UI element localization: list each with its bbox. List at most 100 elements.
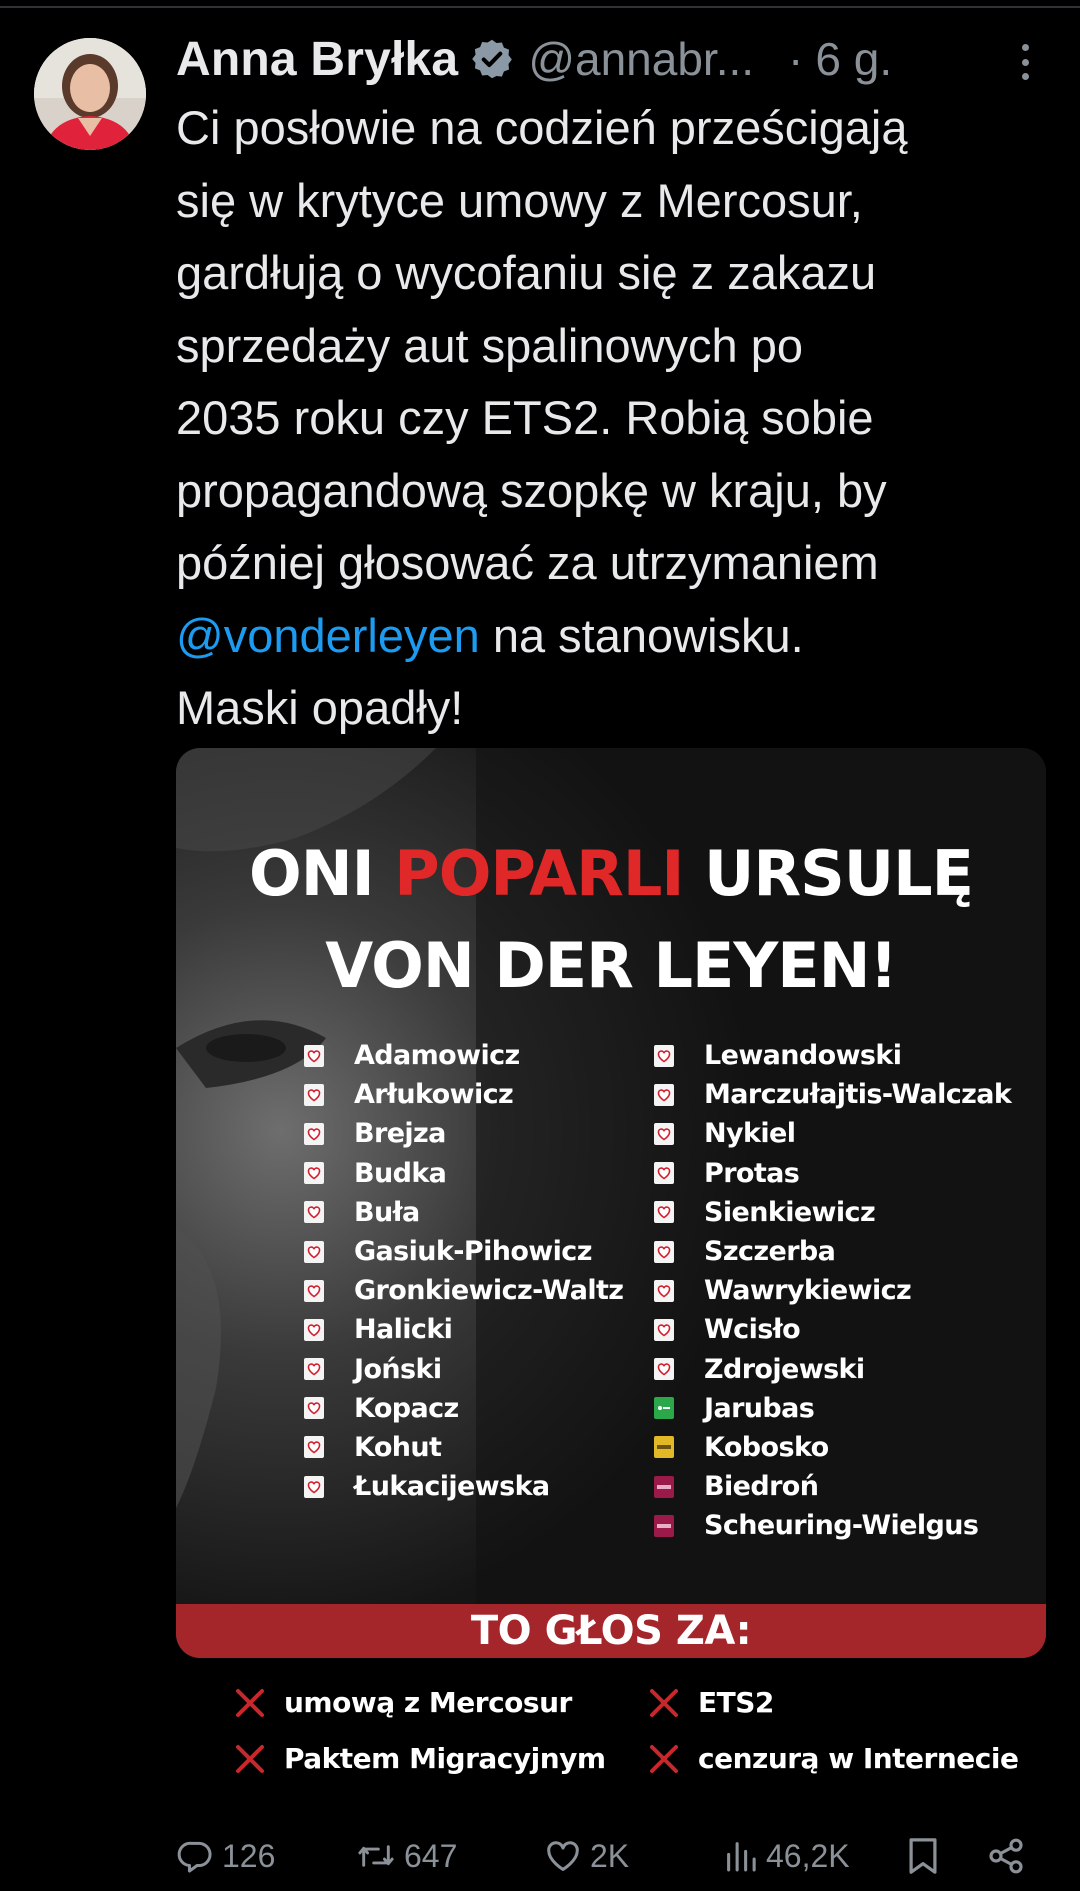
repost-button[interactable]: 647 — [356, 1826, 457, 1886]
poster-name: Brejza — [354, 1118, 446, 1150]
poster-name: Joński — [354, 1353, 442, 1385]
poster-name-row: Łukacijewska — [304, 1467, 623, 1506]
party-heart-icon — [304, 1083, 324, 1106]
poster-name-row: Budka — [304, 1154, 623, 1193]
poster-name-row: Lewandowski — [654, 1036, 1011, 1075]
poster-name: Marczułajtis-Walczak — [704, 1079, 1012, 1111]
mention-link[interactable]: @vonderleyen — [176, 609, 480, 662]
tweet-text-line: @vonderleyen na stanowisku. — [176, 600, 1056, 673]
avatar-image — [34, 38, 146, 150]
poster-name-row: Wcisło — [654, 1310, 1011, 1349]
verified-badge-icon[interactable] — [470, 37, 514, 81]
views-icon — [727, 1842, 756, 1872]
poster-name: Lewandowski — [704, 1040, 902, 1072]
party-heart-icon — [654, 1240, 674, 1263]
party-heart-icon — [654, 1083, 674, 1106]
party-heart-icon — [654, 1201, 674, 1224]
poster-name: Adamowicz — [354, 1040, 520, 1072]
timestamp[interactable]: 6 g. — [815, 32, 892, 86]
red-x-icon — [650, 1744, 678, 1773]
red-x-icon — [236, 1744, 264, 1773]
like-button[interactable]: 2K — [544, 1826, 629, 1886]
party-lewica-icon — [654, 1514, 674, 1537]
party-lewica-icon — [654, 1475, 674, 1498]
red-x-icon — [650, 1688, 678, 1717]
vote-label: umową z Mercosur — [284, 1686, 572, 1719]
poster-name: Biedroń — [704, 1471, 819, 1503]
poster-name: Buła — [354, 1196, 420, 1228]
tweet-text-line: później głosować za utrzymaniem — [176, 536, 879, 589]
poster-name: Kopacz — [354, 1392, 459, 1424]
poster-name: Nykiel — [704, 1118, 796, 1150]
banner-text: TO GŁOS ZA: — [470, 1608, 752, 1654]
poster-name: Wawrykiewicz — [704, 1275, 912, 1307]
poster-title-word: URSULĘ — [683, 837, 974, 910]
tweet-text-line: gardłują o wycofaniu się z zakazu — [176, 246, 877, 299]
red-x-icon — [236, 1688, 264, 1717]
poster-name: Jarubas — [704, 1392, 815, 1424]
poster-name: Arłukowicz — [354, 1079, 514, 1111]
vote-label: Paktem Migracyjnym — [284, 1742, 606, 1775]
view-count: 46,2K — [766, 1837, 850, 1874]
poster-name-row: Kopacz — [304, 1389, 623, 1428]
poster-name-row: Adamowicz — [304, 1036, 623, 1075]
vote-list: umową z Mercosur ETS2 Paktem Migracyjnym… — [176, 1658, 1046, 1788]
vote-item: umową z Mercosur — [234, 1686, 572, 1719]
tweet-text-line: się w krytyce umowy z Mercosur, — [176, 173, 863, 227]
author-name[interactable]: Anna Bryłka — [176, 32, 458, 87]
party-heart-icon — [304, 1475, 324, 1498]
vote-label: ETS2 — [698, 1686, 774, 1719]
tweet-text-line: Ci posłowie na codzień prześcigają — [176, 101, 908, 154]
poster-name-row: Jarubas — [654, 1389, 1011, 1428]
poster-name-row: Wawrykiewicz — [654, 1271, 1011, 1310]
author-handle[interactable]: @annabr... — [528, 32, 754, 86]
author-avatar[interactable] — [34, 38, 146, 150]
party-heart-icon — [304, 1397, 324, 1420]
tweet-text-line: sprzedaży aut spalinowych po — [176, 318, 804, 372]
views-button[interactable]: 46,2K — [724, 1826, 850, 1886]
poster-name-row: Brejza — [304, 1114, 623, 1153]
party-heart-icon — [654, 1044, 674, 1067]
poster-name-row: Gronkiewicz-Waltz — [304, 1271, 624, 1310]
poster-name-row: Szczerba — [654, 1232, 1011, 1271]
tweet-text-line: propagandową szopkę w kraju, by — [176, 463, 887, 517]
tweet-text-line: 2035 roku czy ETS2. Robią sobie — [176, 391, 874, 444]
tweet-media-image[interactable]: ONI POPARLI URSULĘ VON DER LEYEN! Adamow… — [176, 748, 1046, 1658]
poster-name: Kohut — [354, 1431, 442, 1463]
poster-name-row: Kohut — [304, 1428, 623, 1467]
party-heart-icon — [654, 1279, 674, 1302]
names-left-column: Adamowicz Arłukowicz Brejza Budka Buła Gasiuk… — [304, 1036, 624, 1506]
poster-name: Kobosko — [704, 1431, 829, 1463]
more-options-icon[interactable] — [1010, 40, 1040, 84]
reply-icon — [177, 1841, 212, 1873]
party-heart-icon — [304, 1122, 324, 1145]
repost-count: 647 — [404, 1837, 458, 1874]
tweet-text: Ci posłowie na codzień prześcigają się w… — [176, 92, 1056, 745]
party-2050-icon — [654, 1436, 674, 1459]
heart-icon — [547, 1841, 579, 1871]
party-heart-icon — [304, 1279, 324, 1302]
separator-dot: · — [788, 33, 804, 85]
poster-name: Scheuring-Wielgus — [704, 1510, 979, 1542]
poster-name-row: Gasiuk-Pihowicz — [304, 1232, 623, 1271]
tweet[interactable]: Anna Bryłka @annabr... · 6 g. Ci posłowi… — [0, 0, 1080, 1891]
party-heart-icon — [304, 1358, 324, 1381]
party-heart-icon — [304, 1318, 324, 1341]
bookmark-button[interactable] — [906, 1826, 940, 1886]
poster-name-row: Kobosko — [654, 1428, 1011, 1467]
poster-name: Budka — [354, 1157, 447, 1189]
share-button[interactable] — [986, 1826, 1026, 1886]
party-heart-icon — [304, 1436, 324, 1459]
party-heart-icon — [654, 1162, 674, 1185]
poster-name: Protas — [704, 1157, 800, 1189]
reply-count: 126 — [222, 1837, 276, 1874]
poster-name-row: Zdrojewski — [654, 1350, 1011, 1389]
party-heart-icon — [304, 1201, 324, 1224]
poster-name: Zdrojewski — [704, 1353, 865, 1385]
poster-name-row: Nykiel — [654, 1114, 1011, 1153]
poster-name-row: Buła — [304, 1193, 623, 1232]
party-heart-icon — [654, 1122, 674, 1145]
reply-button[interactable]: 126 — [176, 1826, 275, 1886]
poster-name: Szczerba — [704, 1236, 836, 1268]
mention-suffix: na stanowisku. — [479, 608, 804, 662]
